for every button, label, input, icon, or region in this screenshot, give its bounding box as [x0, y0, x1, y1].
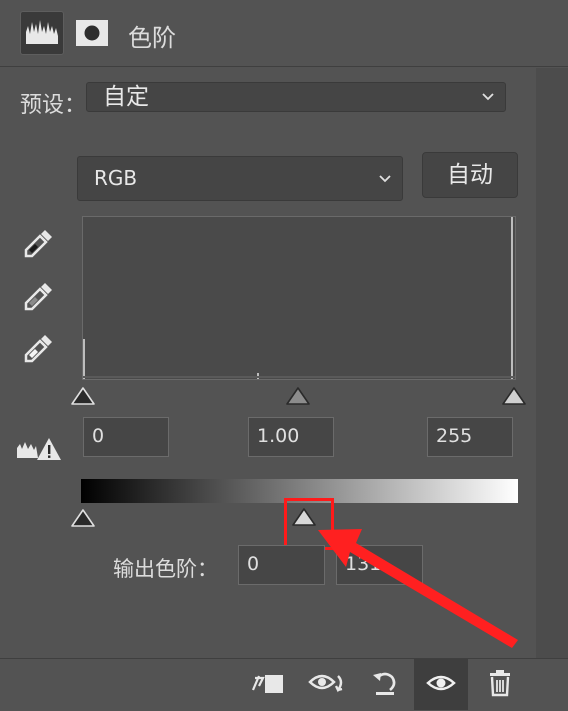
delete-adjustment-button[interactable] — [486, 668, 516, 698]
eyedropper-white-icon — [24, 335, 52, 363]
panel-title: 色阶 — [128, 24, 176, 52]
output-levels-label: 输出色阶： — [113, 557, 218, 581]
output-black-field[interactable]: 0 — [238, 545, 325, 585]
input-black-field[interactable]: 0 — [83, 417, 169, 457]
gray-point-eyedropper[interactable] — [20, 279, 56, 315]
chevron-down-icon — [482, 93, 494, 101]
channel-value: RGB — [94, 166, 138, 190]
trash-icon — [490, 670, 510, 697]
chevron-down-icon — [379, 174, 391, 182]
clip-to-layer-button[interactable] — [251, 668, 283, 698]
clipping-warning-button[interactable] — [16, 436, 62, 462]
histogram-graph — [83, 217, 515, 379]
scrollbar-track[interactable] — [536, 68, 568, 658]
input-gamma-slider[interactable] — [285, 386, 311, 406]
reset-button[interactable] — [370, 668, 400, 698]
mask-tab[interactable] — [74, 15, 110, 51]
view-previous-button[interactable] — [308, 668, 346, 698]
input-black-slider[interactable] — [70, 386, 96, 406]
visibility-icon — [426, 675, 456, 691]
output-black-slider[interactable] — [70, 508, 96, 528]
preset-dropdown[interactable]: 自定 — [86, 82, 506, 112]
view-previous-icon — [308, 674, 343, 693]
clip-to-layer-icon — [251, 675, 283, 693]
eyedropper-gray-icon — [24, 283, 52, 311]
levels-histogram-icon — [26, 20, 58, 44]
input-gamma-field[interactable]: 1.00 — [248, 417, 334, 457]
input-white-slider[interactable] — [501, 386, 527, 406]
auto-button[interactable]: 自动 — [422, 152, 518, 198]
preset-value: 自定 — [103, 84, 149, 110]
highlight-box — [284, 498, 334, 550]
channel-dropdown[interactable]: RGB — [77, 156, 403, 201]
histogram — [82, 216, 516, 380]
output-white-field[interactable]: 131 — [336, 545, 423, 585]
eyedropper-black-icon — [24, 230, 52, 258]
white-point-eyedropper[interactable] — [20, 331, 56, 367]
levels-tab[interactable] — [20, 11, 64, 55]
mask-icon — [76, 20, 108, 46]
black-point-eyedropper[interactable] — [20, 226, 56, 262]
clipping-warning-icon — [17, 438, 61, 460]
input-white-field[interactable]: 255 — [427, 417, 513, 457]
preset-label: 预设： — [20, 93, 87, 118]
visibility-toggle[interactable] — [426, 668, 456, 698]
reset-icon — [373, 672, 396, 695]
